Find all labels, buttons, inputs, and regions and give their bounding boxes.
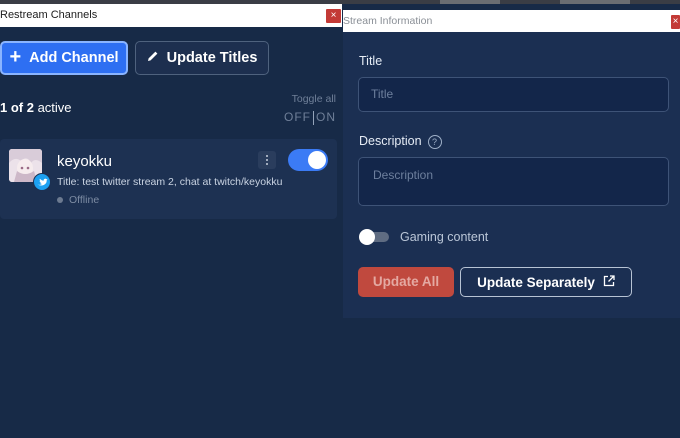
close-button[interactable]: ×	[671, 15, 680, 29]
update-titles-button[interactable]: Update Titles	[135, 41, 269, 75]
channel-enabled-toggle[interactable]	[288, 149, 328, 171]
channels-panel: + Add Channel Update Titles 1 of 2 activ…	[0, 27, 342, 438]
description-textarea[interactable]: Description	[358, 157, 669, 206]
status-dot-icon	[57, 197, 63, 203]
toggle-all-off[interactable]: OFF	[284, 110, 311, 124]
channel-status: Offline	[57, 194, 99, 206]
channel-stream-title: Title: test twitter stream 2, chat at tw…	[57, 176, 283, 188]
add-channel-label: Add Channel	[29, 50, 119, 66]
title-input[interactable]: Title	[358, 77, 669, 112]
channel-name: keyokku	[57, 153, 113, 170]
window-title: Stream Information	[343, 15, 433, 27]
stream-info-form: Title Title Description? Description Gam…	[343, 32, 680, 318]
update-all-button[interactable]: Update All	[358, 267, 454, 297]
gaming-content-label: Gaming content	[400, 230, 489, 244]
restream-channels-window: Restream Channels × + Add Channel Update…	[0, 4, 342, 438]
active-count: 1 of 2 active	[0, 100, 72, 115]
gaming-content-toggle[interactable]	[359, 229, 389, 245]
description-label-row: Description?	[359, 134, 442, 149]
more-options-icon[interactable]	[258, 151, 276, 169]
channel-card: keyokku Title: test twitter stream 2, ch…	[0, 139, 337, 219]
toggle-all-on[interactable]: ON	[316, 110, 336, 124]
plus-icon: +	[9, 46, 22, 68]
external-link-icon	[603, 274, 615, 290]
description-label: Description	[359, 134, 422, 148]
window-title: Restream Channels	[0, 9, 98, 21]
stream-information-window: Stream Information × Title Title Descrip…	[343, 10, 680, 438]
title-label: Title	[359, 54, 383, 68]
active-count-suffix: active	[33, 100, 72, 115]
window-background	[343, 318, 680, 438]
background-window-segment	[440, 0, 500, 4]
help-icon[interactable]: ?	[427, 134, 442, 149]
channel-status-text: Offline	[69, 194, 100, 206]
active-count-value: 1 of 2	[0, 100, 34, 115]
toggle-knob	[308, 151, 326, 169]
toggle-all-divider	[313, 110, 314, 125]
twitter-icon	[33, 173, 51, 191]
pencil-icon	[147, 50, 159, 66]
right-window-titlebar[interactable]: Stream Information ×	[343, 10, 680, 33]
update-titles-label: Update Titles	[166, 50, 258, 66]
toggle-knob	[359, 229, 375, 245]
background-window-segment	[560, 0, 630, 4]
left-window-titlebar[interactable]: Restream Channels ×	[0, 4, 342, 27]
add-channel-button[interactable]: + Add Channel	[0, 41, 128, 75]
toggle-all-switch: OFF ON	[284, 110, 336, 125]
update-separately-button[interactable]: Update Separately	[460, 267, 632, 297]
close-button[interactable]: ×	[326, 9, 341, 23]
update-separately-label: Update Separately	[477, 274, 595, 290]
toggle-all-label: Toggle all	[291, 93, 336, 105]
